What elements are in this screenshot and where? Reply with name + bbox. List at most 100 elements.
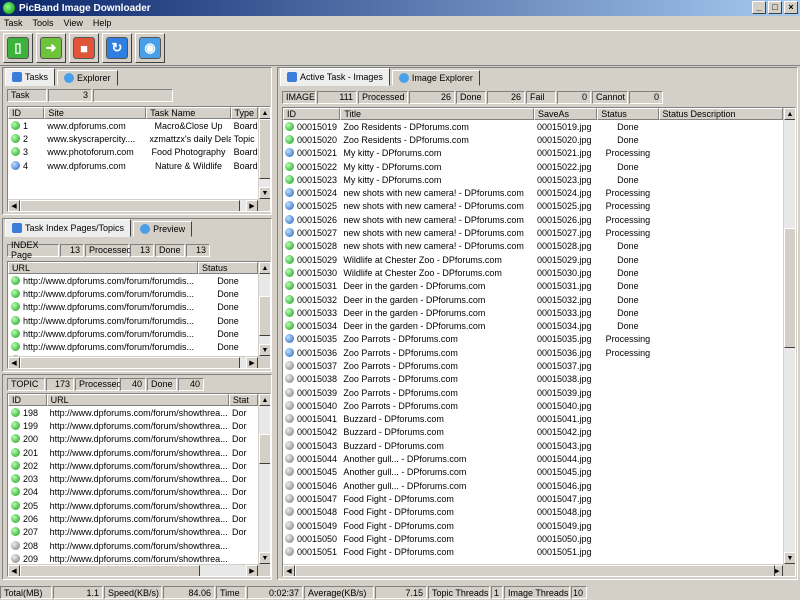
index-row[interactable]: http://www.dpforums.com/forum/forumdis..…: [8, 287, 258, 300]
scroll-right-icon[interactable]: ▶: [246, 200, 258, 211]
scroll-thumb[interactable]: [784, 228, 795, 348]
image-row[interactable]: 00015046 Another gull... - DPforums.com 00…: [283, 479, 783, 492]
topic-row[interactable]: 200 http://www.dpforums.com/forum/showthr…: [8, 433, 258, 446]
column-header[interactable]: Task Name: [146, 107, 231, 119]
column-header[interactable]: ID: [8, 107, 45, 119]
column-header[interactable]: SaveAs: [533, 108, 598, 120]
column-header[interactable]: Stat: [228, 394, 258, 406]
scroll-right-icon[interactable]: ▶: [246, 565, 258, 576]
scroll-right-icon[interactable]: ▶: [246, 357, 258, 368]
topic-row[interactable]: 208 http://www.dpforums.com/forum/showthr…: [8, 539, 258, 552]
stop-button[interactable]: ■: [69, 33, 99, 63]
image-row[interactable]: 00015040 Zoo Parrots - DPforums.com 000150…: [283, 399, 783, 412]
tasks-grid-vscroll[interactable]: ▲ ▼: [258, 107, 270, 199]
image-row[interactable]: 00015030 Wildlife at Chester Zoo - DPforu…: [283, 266, 783, 279]
scroll-up-icon[interactable]: ▲: [259, 394, 270, 406]
tab-active-task-images[interactable]: Active Task - Images: [280, 68, 390, 86]
images-grid-hscroll[interactable]: ◀ ▶: [283, 564, 783, 576]
image-row[interactable]: 00015036 Zoo Parrots - DPforums.com 000150…: [283, 346, 783, 359]
image-row[interactable]: 00015039 Zoo Parrots - DPforums.com 000150…: [283, 386, 783, 399]
image-row[interactable]: 00015026 new shots with new camera! - DPf…: [283, 213, 783, 226]
column-header[interactable]: Site: [44, 107, 147, 119]
column-header[interactable]: Status Description: [658, 108, 783, 120]
topic-row[interactable]: 201 http://www.dpforums.com/forum/showthr…: [8, 446, 258, 459]
column-header[interactable]: ID: [283, 108, 341, 120]
index-row[interactable]: http://www.dpforums.com/forum/forumdis..…: [8, 301, 258, 314]
scroll-up-icon[interactable]: ▲: [259, 262, 270, 274]
scroll-left-icon[interactable]: ◀: [283, 565, 295, 576]
start-button[interactable]: ➜: [36, 33, 66, 63]
image-row[interactable]: 00015047 Food Fight - DPforums.com 0001504…: [283, 492, 783, 505]
scroll-thumb[interactable]: [20, 200, 240, 211]
images-grid-vscroll[interactable]: ▲ ▼: [783, 108, 795, 564]
menu-tools[interactable]: Tools: [33, 18, 54, 28]
image-row[interactable]: 00015031 Deer in the garden - DPforums.co…: [283, 280, 783, 293]
scroll-down-icon[interactable]: ▼: [259, 552, 270, 564]
scroll-up-icon[interactable]: ▲: [784, 108, 795, 120]
image-row[interactable]: 00015022 My kitty - DPforums.com 00015022.…: [283, 160, 783, 173]
scroll-thumb[interactable]: [259, 296, 270, 336]
image-row[interactable]: 00015042 Buzzard - DPforums.com 00015042.j…: [283, 426, 783, 439]
topic-row[interactable]: 204 http://www.dpforums.com/forum/showthr…: [8, 486, 258, 499]
column-header[interactable]: Status: [198, 262, 258, 274]
index-grid-vscroll[interactable]: ▲ ▼: [258, 262, 270, 356]
image-row[interactable]: 00015023 My kitty - DPforums.com 00015023.…: [283, 173, 783, 186]
image-row[interactable]: 00015024 new shots with new camera! - DPf…: [283, 186, 783, 199]
menu-view[interactable]: View: [64, 18, 83, 28]
new-task-button[interactable]: ▯: [3, 33, 33, 63]
scroll-thumb[interactable]: [259, 434, 270, 464]
image-row[interactable]: 00015041 Buzzard - DPforums.com 00015041.j…: [283, 413, 783, 426]
column-header[interactable]: Status: [597, 108, 659, 120]
task-row[interactable]: 4 www.dpforums.com Nature & Wildlife Board: [8, 159, 258, 172]
column-header[interactable]: ID: [8, 394, 47, 406]
column-header[interactable]: URL: [46, 394, 229, 406]
image-row[interactable]: 00015028 new shots with new camera! - DPf…: [283, 240, 783, 253]
scroll-left-icon[interactable]: ◀: [8, 357, 20, 368]
image-row[interactable]: 00015049 Food Fight - DPforums.com 0001504…: [283, 519, 783, 532]
topic-row[interactable]: 206 http://www.dpforums.com/forum/showthr…: [8, 512, 258, 525]
explorer-button[interactable]: ◉: [135, 33, 165, 63]
image-row[interactable]: 00015037 Zoo Parrots - DPforums.com 000150…: [283, 359, 783, 372]
scroll-thumb[interactable]: [295, 565, 775, 576]
column-header[interactable]: URL: [8, 262, 198, 274]
image-row[interactable]: 00015029 Wildlife at Chester Zoo - DPforu…: [283, 253, 783, 266]
image-row[interactable]: 00015050 Food Fight - DPforums.com 0001505…: [283, 532, 783, 545]
close-button[interactable]: ×: [784, 1, 798, 14]
image-row[interactable]: 00015051 Food Fight - DPforums.com 0001505…: [283, 546, 783, 559]
menu-task[interactable]: Task: [4, 18, 23, 28]
scroll-left-icon[interactable]: ◀: [8, 565, 20, 576]
column-header[interactable]: Type: [230, 107, 258, 119]
scroll-up-icon[interactable]: ▲: [259, 107, 270, 119]
tab-preview[interactable]: Preview: [133, 221, 193, 237]
topic-row[interactable]: 203 http://www.dpforums.com/forum/showthr…: [8, 472, 258, 485]
column-header[interactable]: Title: [340, 108, 534, 120]
image-row[interactable]: 00015020 Zoo Residents - DPforums.com 0001…: [283, 133, 783, 146]
menu-help[interactable]: Help: [93, 18, 112, 28]
image-row[interactable]: 00015048 Food Fight - DPforums.com 0001504…: [283, 506, 783, 519]
topic-row[interactable]: 209 http://www.dpforums.com/forum/showthr…: [8, 552, 258, 564]
image-row[interactable]: 00015045 Another gull... - DPforums.com 00…: [283, 466, 783, 479]
task-row[interactable]: 2 www.skyscrapercity.... xzmattzx's daily …: [8, 132, 258, 145]
tab-task-index[interactable]: Task Index Pages/Topics: [5, 219, 132, 237]
minimize-button[interactable]: _: [752, 1, 766, 14]
scroll-down-icon[interactable]: ▼: [259, 187, 270, 199]
refresh-button[interactable]: ↻: [102, 33, 132, 63]
topic-row[interactable]: 202 http://www.dpforums.com/forum/showthr…: [8, 459, 258, 472]
tab-image-explorer[interactable]: Image Explorer: [391, 70, 480, 86]
image-row[interactable]: 00015043 Buzzard - DPforums.com 00015043.j…: [283, 439, 783, 452]
image-row[interactable]: 00015033 Deer in the garden - DPforums.co…: [283, 306, 783, 319]
scroll-thumb[interactable]: [20, 565, 200, 576]
topic-grid-vscroll[interactable]: ▲ ▼: [258, 394, 270, 564]
maximize-button[interactable]: □: [768, 1, 782, 14]
image-row[interactable]: 00015021 My kitty - DPforums.com 00015021.…: [283, 147, 783, 160]
scroll-down-icon[interactable]: ▼: [784, 552, 795, 564]
topic-grid-hscroll[interactable]: ◀ ▶: [8, 564, 258, 576]
image-row[interactable]: 00015035 Zoo Parrots - DPforums.com 000150…: [283, 333, 783, 346]
task-row[interactable]: 3 www.photoforum.com Food Photography Board: [8, 146, 258, 159]
index-row[interactable]: http://www.dpforums.com/forum/forumdis..…: [8, 274, 258, 287]
topic-row[interactable]: 207 http://www.dpforums.com/forum/showthr…: [8, 526, 258, 539]
image-row[interactable]: 00015032 Deer in the garden - DPforums.co…: [283, 293, 783, 306]
topic-row[interactable]: 205 http://www.dpforums.com/forum/showthr…: [8, 499, 258, 512]
scroll-down-icon[interactable]: ▼: [259, 344, 270, 356]
scroll-thumb[interactable]: [20, 357, 240, 368]
